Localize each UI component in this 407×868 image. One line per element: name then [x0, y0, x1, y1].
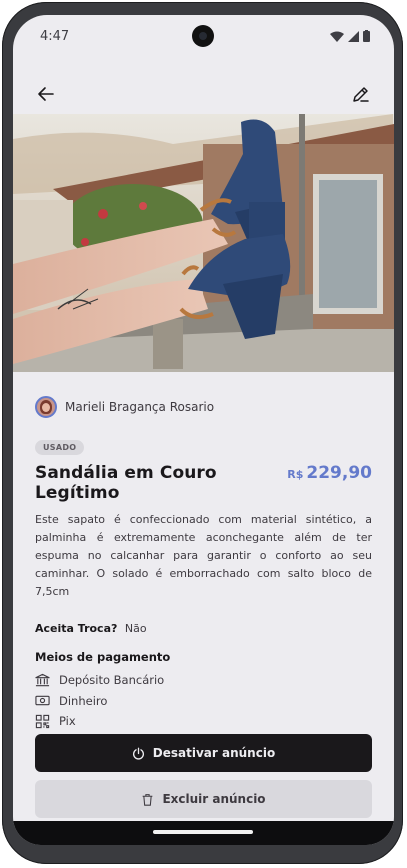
wifi-icon — [330, 31, 344, 42]
payment-title: Meios de pagamento — [35, 650, 171, 664]
seller-info: Marieli Bragança Rosario — [35, 394, 372, 420]
deactivate-label: Desativar anúncio — [152, 746, 276, 760]
payment-method: Pix — [35, 711, 372, 732]
navigation-bar — [13, 821, 394, 845]
product-title: Sandália em Couro Legítimo — [35, 463, 217, 503]
back-button[interactable] — [31, 79, 61, 109]
product-photo[interactable] — [13, 114, 394, 372]
payment-method: Depósito Bancário — [35, 670, 372, 691]
payment-method-label: Dinheiro — [59, 693, 108, 708]
qr-code-icon — [35, 714, 50, 728]
product-details: Marieli Bragança Rosario USADO Sandália … — [35, 394, 372, 732]
money-icon — [35, 695, 50, 706]
battery-icon — [363, 30, 370, 42]
top-bar — [13, 75, 394, 115]
screen: 4:47 Marieli Bragança Rosario USADO Sand… — [13, 15, 394, 845]
trade-info: Aceita Troca? Não — [35, 622, 372, 635]
delete-label: Excluir anúncio — [162, 792, 266, 806]
condition-badge: USADO — [35, 440, 85, 455]
payment-method-label: Pix — [59, 714, 76, 729]
status-time: 4:47 — [40, 29, 70, 44]
payment-methods: Depósito Bancário Dinheiro Pix — [35, 670, 372, 732]
power-icon — [132, 747, 144, 760]
deactivate-button[interactable]: Desativar anúncio — [35, 734, 372, 772]
trade-value: Não — [124, 622, 147, 635]
home-indicator[interactable] — [153, 830, 253, 834]
product-image — [13, 114, 394, 372]
price-value: 229,90 — [306, 463, 372, 483]
product-price: R$ 229,90 — [287, 463, 372, 483]
pencil-icon — [353, 87, 369, 102]
product-description: Este sapato é confeccionado com material… — [35, 513, 372, 598]
trash-icon — [143, 793, 153, 806]
signal-icon — [348, 30, 359, 42]
seller-name: Marieli Bragança Rosario — [65, 400, 215, 414]
front-camera — [192, 25, 214, 47]
payment-method: Dinheiro — [35, 691, 372, 712]
arrow-left-icon — [38, 87, 54, 101]
payment-method-label: Depósito Bancário — [59, 673, 165, 688]
phone-frame: 4:47 Marieli Bragança Rosario USADO Sand… — [2, 2, 403, 864]
trade-label: Aceita Troca? — [35, 622, 118, 635]
title-row: Sandália em Couro Legítimo R$ 229,90 — [35, 463, 372, 503]
price-currency: R$ — [287, 468, 304, 481]
avatar — [35, 396, 57, 418]
edit-button[interactable] — [346, 79, 376, 109]
system-icons — [330, 30, 370, 42]
delete-button[interactable]: Excluir anúncio — [35, 780, 372, 818]
bank-icon — [35, 673, 50, 686]
status-bar: 4:47 — [13, 15, 394, 59]
